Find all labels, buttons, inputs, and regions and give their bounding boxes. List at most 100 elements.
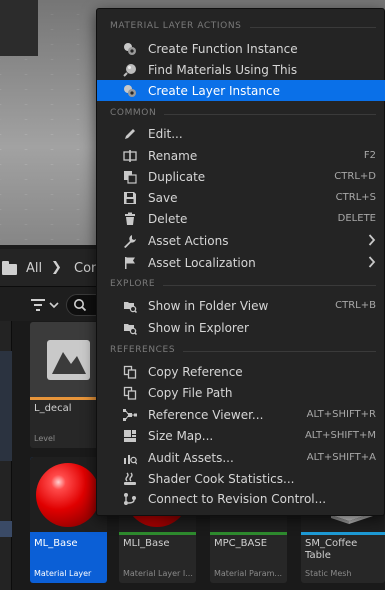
section-divider [183,351,376,352]
menu-item-connect-to-revision-control[interactable]: Connect to Revision Control... [97,488,385,509]
menu-item-shortcut: CTRL+B [335,300,376,311]
breadcrumb-root[interactable]: All [26,261,42,276]
menu-item-label: Edit... [148,127,183,141]
asset-name: SM_Coffee Table [305,538,358,561]
menu-item-find-materials-using-this[interactable]: Find Materials Using This [97,59,385,80]
section-divider [163,285,376,286]
section-divider [164,114,376,115]
menu-item-size-map[interactable]: Size Map... ALT+SHIFT+M [97,425,385,446]
menu-item-label: Delete [148,212,188,226]
menu-item-label: Copy File Path [148,386,233,400]
menu-item-label: Find Materials Using This [148,63,298,77]
menu-item-save[interactable]: Save CTRL+S [97,187,385,208]
sources-selected-folder[interactable] [0,521,12,537]
wrench-icon [124,235,136,248]
menu-item-label: Duplicate [148,170,206,184]
editor-window: All ❯ Con L_decal Level ML_Base Material… [0,0,385,590]
asset-type: Material Param... [214,569,283,578]
chevron-right-icon [368,256,376,268]
search-icon [74,299,87,312]
menu-item-shortcut: CTRL+D [334,171,376,182]
menu-item-rename[interactable]: Rename F2 [97,145,385,166]
menu-item-delete[interactable]: Delete DELETE [97,208,385,229]
sphere-search-icon [123,64,136,77]
menu-item-label: Show in Explorer [148,321,249,335]
menu-section-header: MATERIAL LAYER ACTIONS [97,19,385,35]
revision-control-icon [124,493,136,505]
menu-item-asset-actions[interactable]: Asset Actions [97,230,385,251]
save-icon [124,192,136,204]
menu-section-title: MATERIAL LAYER ACTIONS [110,21,242,31]
menu-item-edit[interactable]: Edit... [97,123,385,144]
menu-item-show-in-explorer[interactable]: Show in Explorer [97,317,385,338]
menu-section-title: COMMON [110,108,157,118]
menu-item-shortcut: DELETE [337,213,376,224]
section-divider [250,27,376,28]
pencil-icon [125,129,135,139]
menu-item-shader-cook-statistics[interactable]: Shader Cook Statistics... [97,468,385,489]
flag-icon [125,257,135,269]
asset-type: Level [34,434,56,443]
viewport-object [0,0,38,56]
material-instance-icon [124,85,136,97]
menu-item-label: Save [148,191,178,205]
folder-search-icon [124,302,137,313]
menu-item-label: Create Layer Instance [148,84,280,98]
asset-type: Static Mesh [305,569,352,578]
asset-type-stripe [301,532,385,535]
sources-panel[interactable] [0,321,12,590]
filter-icon [31,299,59,311]
menu-item-asset-localization[interactable]: Asset Localization [97,252,385,273]
menu-section-title: REFERENCES [110,345,176,355]
menu-item-create-function-instance[interactable]: Create Function Instance [97,38,385,59]
audit-icon [124,455,137,465]
menu-item-shortcut: CTRL+S [335,192,376,203]
menu-section-header: EXPLORE [97,277,385,293]
menu-item-label: Shader Cook Statistics... [148,472,295,486]
menu-section-header: COMMON [97,106,385,122]
menu-item-label: Show in Folder View [148,299,269,313]
folder-icon[interactable] [2,261,17,275]
folder-search-icon [124,324,137,335]
rename-icon [123,150,137,162]
reference-graph-icon [123,409,137,421]
menu-item-copy-file-path[interactable]: Copy File Path [97,382,385,403]
menu-item-label: Audit Assets... [148,451,234,465]
menu-item-copy-reference[interactable]: Copy Reference [97,361,385,382]
copy-icon [123,386,137,400]
menu-item-label: Create Function Instance [148,42,298,56]
menu-item-label: Reference Viewer... [148,408,264,422]
menu-item-duplicate[interactable]: Duplicate CTRL+D [97,166,385,187]
asset-type-stripe [30,532,107,535]
copy-icon [123,365,137,379]
asset-name: ML_Base [34,538,78,549]
menu-section-header: REFERENCES [97,343,385,359]
asset-type: Material Layer [34,569,92,578]
sources-folder-list[interactable] [0,351,12,461]
context-menu: MATERIAL LAYER ACTIONS Create Function In… [96,8,385,516]
asset-type: Material Layer I... [123,569,193,578]
chevron-right-icon[interactable]: ❯ [51,260,62,275]
asset-type-stripe [210,532,287,535]
chevron-right-icon [368,234,376,246]
asset-name: L_decal [34,403,72,414]
duplicate-icon [124,171,137,184]
menu-item-audit-assets[interactable]: Audit Assets... ALT+SHIFT+A [97,447,385,468]
menu-item-label: Size Map... [148,429,214,443]
menu-item-reference-viewer[interactable]: Reference Viewer... ALT+SHIFT+R [97,404,385,425]
menu-item-label: Copy Reference [148,365,243,379]
menu-item-shortcut: F2 [363,150,376,161]
menu-item-label: Connect to Revision Control... [148,492,327,506]
menu-item-label: Rename [148,149,198,163]
material-sphere-preview [36,463,100,527]
menu-item-create-layer-instance[interactable]: Create Layer Instance [97,80,385,101]
shader-icon [124,472,136,485]
menu-item-shortcut: ALT+SHIFT+R [306,409,376,420]
material-instance-icon [124,43,136,55]
size-map-icon [124,430,136,442]
asset-name: MLI_Base [123,538,170,549]
filter-button[interactable] [30,297,62,313]
menu-item-show-in-folder-view[interactable]: Show in Folder View CTRL+B [97,295,385,316]
menu-section-title: EXPLORE [110,279,156,289]
menu-item-label: Asset Actions [148,234,229,248]
